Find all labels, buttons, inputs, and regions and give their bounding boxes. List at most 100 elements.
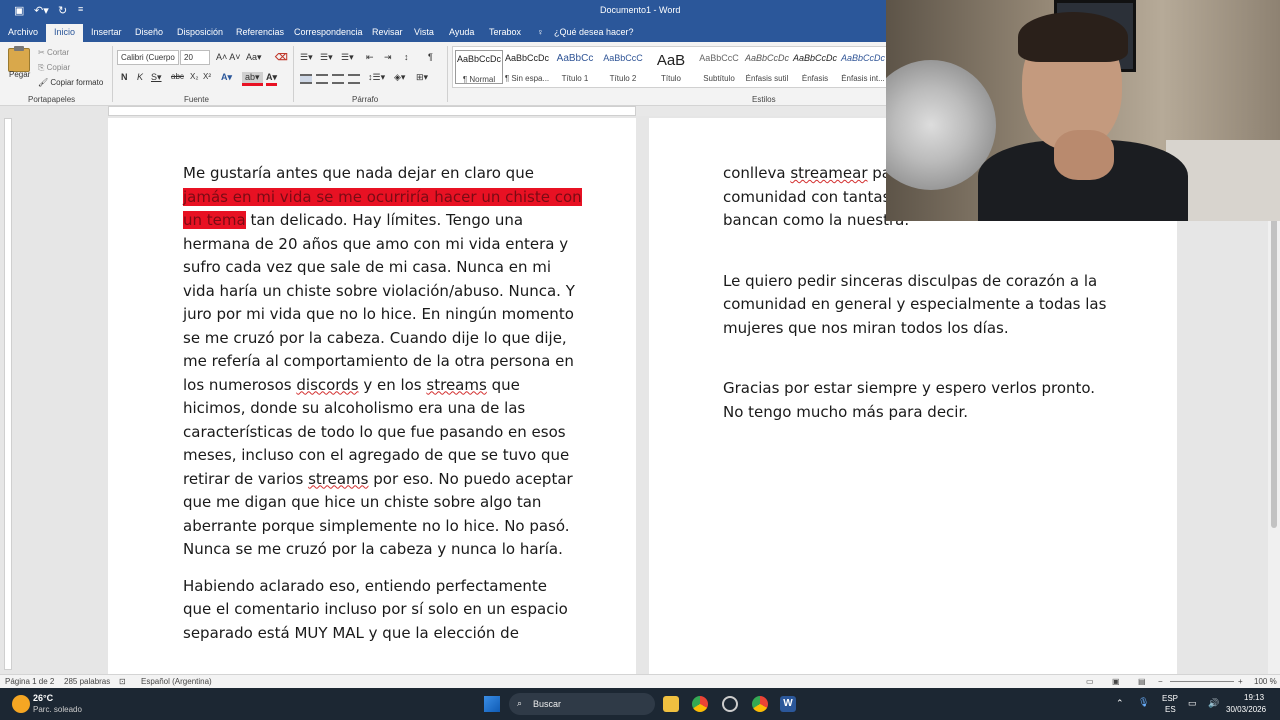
misspelled-word[interactable]: streams [308,470,368,488]
word-count[interactable]: 285 palabras [64,677,110,686]
weather-temp[interactable]: 26°C [33,693,53,703]
tab-ayuda[interactable]: Ayuda [449,27,474,37]
style-heading-2[interactable]: AaBbCcC Título 2 [599,53,647,83]
highlighted-text: un tema [183,211,246,229]
borders-icon[interactable]: ⊞▾ [416,72,428,83]
zoom-slider[interactable] [1170,681,1234,682]
multilevel-list-icon[interactable]: ☰▾ [341,52,354,63]
shading-icon[interactable]: ◈▾ [394,72,405,83]
tab-revisar[interactable]: Revisar [372,27,403,37]
proofing-icon[interactable]: ⊡ [119,677,126,686]
misspelled-word[interactable]: streams [426,376,486,394]
tab-correspondencia[interactable]: Correspondencia [294,27,363,37]
misspelled-word[interactable]: discords [296,376,358,394]
vertical-ruler[interactable] [4,118,12,670]
language-indicator[interactable]: Español (Argentina) [141,677,212,686]
undo-icon[interactable]: ↶▾ [34,4,49,17]
misspelled-word[interactable]: streamear [790,164,867,182]
hidden-icons-chevron-icon[interactable]: ⌃ [1116,698,1124,709]
sort-icon[interactable]: ↕ [404,52,409,62]
volume-icon[interactable]: 🔊 [1208,698,1219,709]
style-heading-1[interactable]: AaBbCc Título 1 [551,53,599,83]
style-sample: AaBbCc [556,53,594,64]
align-center-icon[interactable] [316,74,328,84]
style-no-spacing[interactable]: AaBbCcDc ¶ Sin espa... [503,53,551,83]
strikethrough-button[interactable]: abc [171,72,184,81]
decrease-indent-icon[interactable]: ⇤ [366,52,374,63]
save-icon[interactable]: ▣ [14,4,24,17]
tab-terabox[interactable]: Terabox [489,27,521,37]
obs-icon[interactable] [722,696,738,712]
zoom-out-icon[interactable]: − [1158,677,1163,686]
zoom-level[interactable]: 100 % [1254,677,1277,686]
chrome-profile-icon[interactable] [752,696,768,712]
chrome-icon[interactable] [692,696,708,712]
align-left-icon[interactable] [300,74,312,84]
tab-inicio[interactable]: Inicio [46,24,84,42]
keyboard-layout[interactable]: ES [1165,705,1176,714]
tab-referencias[interactable]: Referencias [236,27,284,37]
text-run: tan delicado. Hay límites. Tengo una [245,211,524,229]
horizontal-ruler[interactable] [108,106,636,116]
style-emphasis[interactable]: AaBbCcDc Énfasis [791,53,839,83]
bullets-icon[interactable]: ☰▾ [300,52,313,63]
italic-button[interactable]: K [137,72,143,82]
microphone-icon[interactable]: 🎙 [1138,697,1149,708]
align-right-icon[interactable] [332,74,344,84]
tell-me-search[interactable]: ¿Qué desea hacer? [554,27,634,37]
format-painter-button[interactable]: 🖌 Copiar formato [38,78,103,87]
input-language[interactable]: ESP [1162,694,1178,703]
text-run: los numerosos [183,375,297,394]
style-subtitle[interactable]: AaBbCcC Subtítulo [695,53,743,83]
copy-button[interactable]: ⎘ Copiar [38,63,70,73]
weather-icon[interactable] [12,695,30,713]
increase-indent-icon[interactable]: ⇥ [384,52,392,63]
paste-icon[interactable] [8,46,30,72]
start-icon[interactable] [484,696,500,712]
tab-diseno[interactable]: Diseño [135,27,163,37]
clear-format-icon[interactable]: ⌫ [275,52,288,63]
style-intense-emphasis[interactable]: AaBbCcDc Énfasis int... [839,53,887,83]
tab-archivo[interactable]: Archivo [8,27,38,37]
change-case-icon[interactable]: Aa▾ [246,52,262,63]
justify-icon[interactable] [348,74,360,84]
tab-insertar[interactable]: Insertar [91,27,122,37]
paste-button[interactable]: Pegar [9,70,30,79]
taskbar-search[interactable]: ⌕ Buscar [509,693,655,715]
underline-button[interactable]: S▾ [151,72,162,83]
web-layout-icon[interactable]: ▤ [1138,677,1146,686]
customize-qat-icon[interactable]: ≡ [78,4,83,14]
zoom-in-icon[interactable]: + [1238,677,1243,686]
style-normal[interactable]: AaBbCcDc ¶ Normal [455,50,503,84]
clock-time[interactable]: 19:13 [1244,693,1264,702]
text-effects-icon[interactable]: A▾ [221,72,232,83]
read-mode-icon[interactable]: ▭ [1086,677,1094,686]
word-icon[interactable]: W [780,696,796,712]
text-line: características de todo lo que fue pasan… [183,422,566,441]
tab-vista[interactable]: Vista [414,27,434,37]
style-title[interactable]: AaB Título [647,53,695,83]
cut-button[interactable]: ✂ Cortar [38,48,69,57]
style-subtle-emphasis[interactable]: AaBbCcDc Énfasis sutil [743,53,791,83]
text-run: retirar de varios [183,469,309,488]
redo-icon[interactable]: ↻ [58,4,67,17]
file-explorer-icon[interactable] [663,696,679,712]
font-name-box[interactable]: Calibri (Cuerpo [117,50,179,65]
network-icon[interactable]: ▭ [1188,698,1197,709]
line-spacing-icon[interactable]: ↕☰▾ [368,72,385,83]
highlight-color-icon[interactable]: ab▾ [242,72,263,86]
page-count[interactable]: Página 1 de 2 [5,677,54,686]
superscript-button[interactable]: X² [203,72,211,81]
numbering-icon[interactable]: ☰▾ [320,52,333,63]
print-layout-icon[interactable]: ▣ [1112,677,1120,686]
style-sample: AaBbCcDc [456,54,501,64]
font-color-icon[interactable]: A▾ [266,72,278,86]
bold-button[interactable]: N [121,72,128,82]
tab-disposicion[interactable]: Disposición [177,27,223,37]
document-body-page-1[interactable]: Me gustaría antes que nada dejar en clar… [183,162,582,645]
clock-date[interactable]: 30/03/2026 [1226,705,1266,714]
show-marks-icon[interactable]: ¶ [428,52,433,62]
grow-shrink-font-icon[interactable]: A˄ A˅ [216,52,241,62]
subscript-button[interactable]: X₂ [190,72,198,81]
font-size-box[interactable]: 20 [180,50,210,65]
